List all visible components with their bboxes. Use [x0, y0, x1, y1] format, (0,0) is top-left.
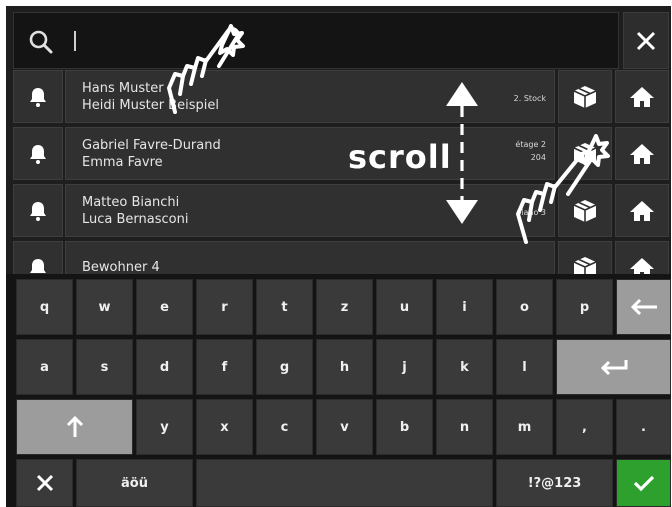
umlaut-key[interactable]: äöü [76, 459, 193, 507]
scroll-hint-label: scroll [348, 138, 452, 176]
bell-icon [30, 144, 46, 164]
shift-arrow-icon [66, 415, 83, 437]
ring-bell-button[interactable] [13, 127, 63, 180]
close-icon [36, 474, 53, 492]
resident-name-secondary: Emma Favre [82, 155, 163, 170]
enter-arrow-icon [600, 360, 627, 376]
key-n[interactable]: n [436, 399, 493, 455]
parcel-button[interactable] [558, 70, 612, 123]
key-w[interactable]: w [76, 279, 133, 335]
home-button[interactable] [615, 241, 669, 274]
package-icon [573, 199, 597, 222]
key-a[interactable]: a [16, 339, 73, 395]
enter-key[interactable] [556, 339, 671, 395]
apartment-number: 204 [530, 153, 546, 162]
key-v[interactable]: v [316, 399, 373, 455]
parcel-button[interactable] [558, 127, 612, 180]
list-item: Gabriel Favre-Durand Emma Favre étage 2 … [6, 127, 671, 182]
package-icon [573, 85, 597, 108]
resident-name-secondary: Heidi Muster Beispiel [82, 98, 219, 113]
key-d[interactable]: d [136, 339, 193, 395]
close-icon [636, 31, 656, 50]
key-q[interactable]: q [16, 279, 73, 335]
key-e[interactable]: e [136, 279, 193, 335]
resident-name-primary: Hans Muster [82, 81, 164, 96]
key-i[interactable]: i [436, 279, 493, 335]
backspace-arrow-icon [630, 298, 657, 316]
key-s[interactable]: s [76, 339, 133, 395]
key-h[interactable]: h [316, 339, 373, 395]
intercom-screen: Hans Muster Heidi Muster Beispiel 2. Sto… [6, 6, 671, 507]
key-x[interactable]: x [196, 399, 253, 455]
key-p[interactable]: p [556, 279, 613, 335]
key-y[interactable]: y [136, 399, 193, 455]
clear-key[interactable] [16, 459, 73, 507]
home-icon [630, 257, 654, 274]
bell-icon [30, 258, 46, 274]
key-z[interactable]: z [316, 279, 373, 335]
resident-names[interactable]: Gabriel Favre-Durand Emma Favre étage 2 … [65, 127, 555, 180]
home-button[interactable] [615, 127, 669, 180]
text-cursor [74, 31, 76, 51]
key-comma[interactable]: , [556, 399, 613, 455]
resident-name-primary: Gabriel Favre-Durand [82, 138, 221, 153]
bell-icon [30, 201, 46, 221]
search-input[interactable] [13, 12, 619, 69]
key-t[interactable]: t [256, 279, 313, 335]
close-button[interactable] [623, 12, 669, 69]
key-j[interactable]: j [376, 339, 433, 395]
ring-bell-button[interactable] [13, 241, 63, 274]
floor-label: piano 3 [516, 208, 546, 217]
floor-label: étage 2 [515, 140, 546, 149]
key-k[interactable]: k [436, 339, 493, 395]
onscreen-keyboard: q w e r t z u i o p a s d f g h j k l y … [6, 274, 671, 507]
search-icon [29, 30, 53, 54]
resident-names[interactable]: Hans Muster Heidi Muster Beispiel 2. Sto… [65, 70, 555, 123]
resident-list[interactable]: Hans Muster Heidi Muster Beispiel 2. Sto… [6, 70, 671, 274]
parcel-button[interactable] [558, 184, 612, 237]
space-key[interactable] [196, 459, 493, 507]
list-item: Matteo Bianchi Luca Bernasconi piano 3 [6, 184, 671, 239]
parcel-button[interactable] [558, 241, 612, 274]
package-icon [573, 256, 597, 274]
backspace-key[interactable] [616, 279, 671, 335]
list-item: Bewohner 4 [6, 241, 671, 274]
key-r[interactable]: r [196, 279, 253, 335]
key-f[interactable]: f [196, 339, 253, 395]
key-l[interactable]: l [496, 339, 553, 395]
home-button[interactable] [615, 70, 669, 123]
key-u[interactable]: u [376, 279, 433, 335]
bell-icon [30, 87, 46, 107]
confirm-key[interactable] [616, 459, 671, 507]
home-icon [630, 86, 654, 107]
shift-key[interactable] [16, 399, 133, 455]
ring-bell-button[interactable] [13, 70, 63, 123]
key-o[interactable]: o [496, 279, 553, 335]
symbols-key[interactable]: !?@123 [496, 459, 613, 507]
floor-label: 2. Stock [513, 94, 546, 103]
key-c[interactable]: c [256, 399, 313, 455]
resident-name-primary: Matteo Bianchi [82, 195, 180, 210]
resident-name-primary: Bewohner 4 [82, 260, 160, 274]
key-m[interactable]: m [496, 399, 553, 455]
key-period[interactable]: . [616, 399, 671, 455]
home-button[interactable] [615, 184, 669, 237]
check-icon [633, 475, 654, 492]
key-b[interactable]: b [376, 399, 433, 455]
resident-name-secondary: Luca Bernasconi [82, 212, 189, 227]
resident-names[interactable]: Matteo Bianchi Luca Bernasconi piano 3 [65, 184, 555, 237]
home-icon [630, 143, 654, 164]
package-icon [573, 142, 597, 165]
list-item: Hans Muster Heidi Muster Beispiel 2. Sto… [6, 70, 671, 125]
key-g[interactable]: g [256, 339, 313, 395]
home-icon [630, 200, 654, 221]
resident-names[interactable]: Bewohner 4 [65, 241, 555, 274]
ring-bell-button[interactable] [13, 184, 63, 237]
